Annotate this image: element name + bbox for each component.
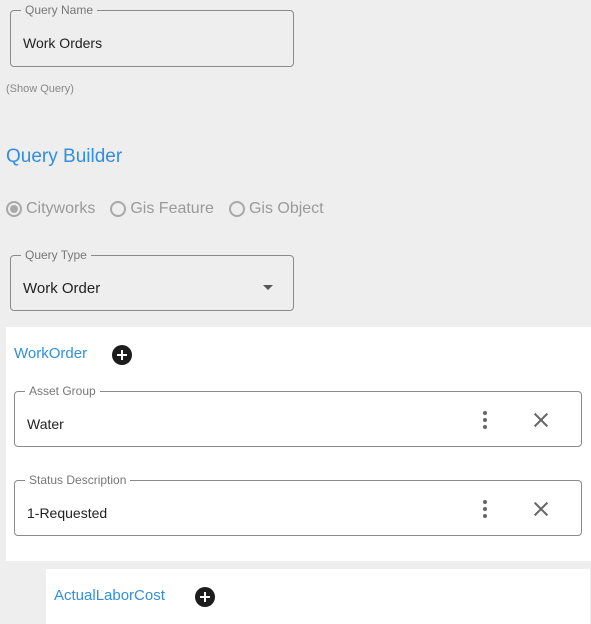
workorder-group-title[interactable]: WorkOrder — [14, 345, 87, 362]
query-name-label: Query Name — [21, 3, 98, 17]
more-vertical-icon[interactable] — [481, 500, 489, 518]
filter-label: Status Description — [25, 473, 131, 487]
close-icon[interactable] — [533, 501, 549, 517]
filter-asset-group[interactable]: Asset Group Water — [14, 384, 582, 447]
filter-value[interactable]: Water — [27, 416, 64, 432]
workorder-group-panel: WorkOrder Asset Group Water Status Descr… — [6, 327, 591, 561]
radio-gis-feature[interactable]: Gis Feature — [110, 200, 214, 218]
plus-circle-icon[interactable] — [195, 587, 215, 607]
query-name-value[interactable]: Work Orders — [23, 35, 102, 51]
filter-value[interactable]: 1-Requested — [27, 505, 107, 521]
radio-gis-object[interactable]: Gis Object — [228, 200, 324, 218]
source-radio-group: Cityworks Gis Feature Gis Object — [6, 200, 339, 218]
query-builder-title: Query Builder — [6, 146, 123, 167]
radio-cityworks[interactable]: Cityworks — [6, 200, 95, 218]
plus-circle-icon[interactable] — [112, 345, 132, 365]
filter-label: Asset Group — [25, 384, 100, 398]
labor-group-title[interactable]: ActualLaborCost — [54, 587, 165, 604]
query-name-field[interactable]: Query Name Work Orders — [10, 3, 294, 67]
more-vertical-icon[interactable] — [481, 411, 489, 429]
actual-labor-cost-group-panel: ActualLaborCost — [46, 569, 590, 624]
radio-unchecked-icon[interactable] — [110, 201, 127, 217]
filter-status-description[interactable]: Status Description 1-Requested — [14, 473, 582, 536]
caret-down-icon[interactable] — [263, 285, 273, 290]
radio-cityworks-label: Cityworks — [26, 200, 96, 217]
close-icon[interactable] — [533, 412, 549, 428]
radio-unchecked-icon[interactable] — [228, 201, 245, 217]
radio-gis-feature-label: Gis Feature — [130, 200, 214, 217]
radio-gis-object-label: Gis Object — [248, 200, 324, 217]
query-type-select[interactable]: Query Type Work Order — [10, 248, 294, 311]
query-type-label: Query Type — [21, 248, 91, 262]
radio-checked-icon[interactable] — [6, 201, 22, 217]
query-type-value[interactable]: Work Order — [23, 280, 100, 297]
show-query-link[interactable]: (Show Query) — [6, 83, 74, 95]
